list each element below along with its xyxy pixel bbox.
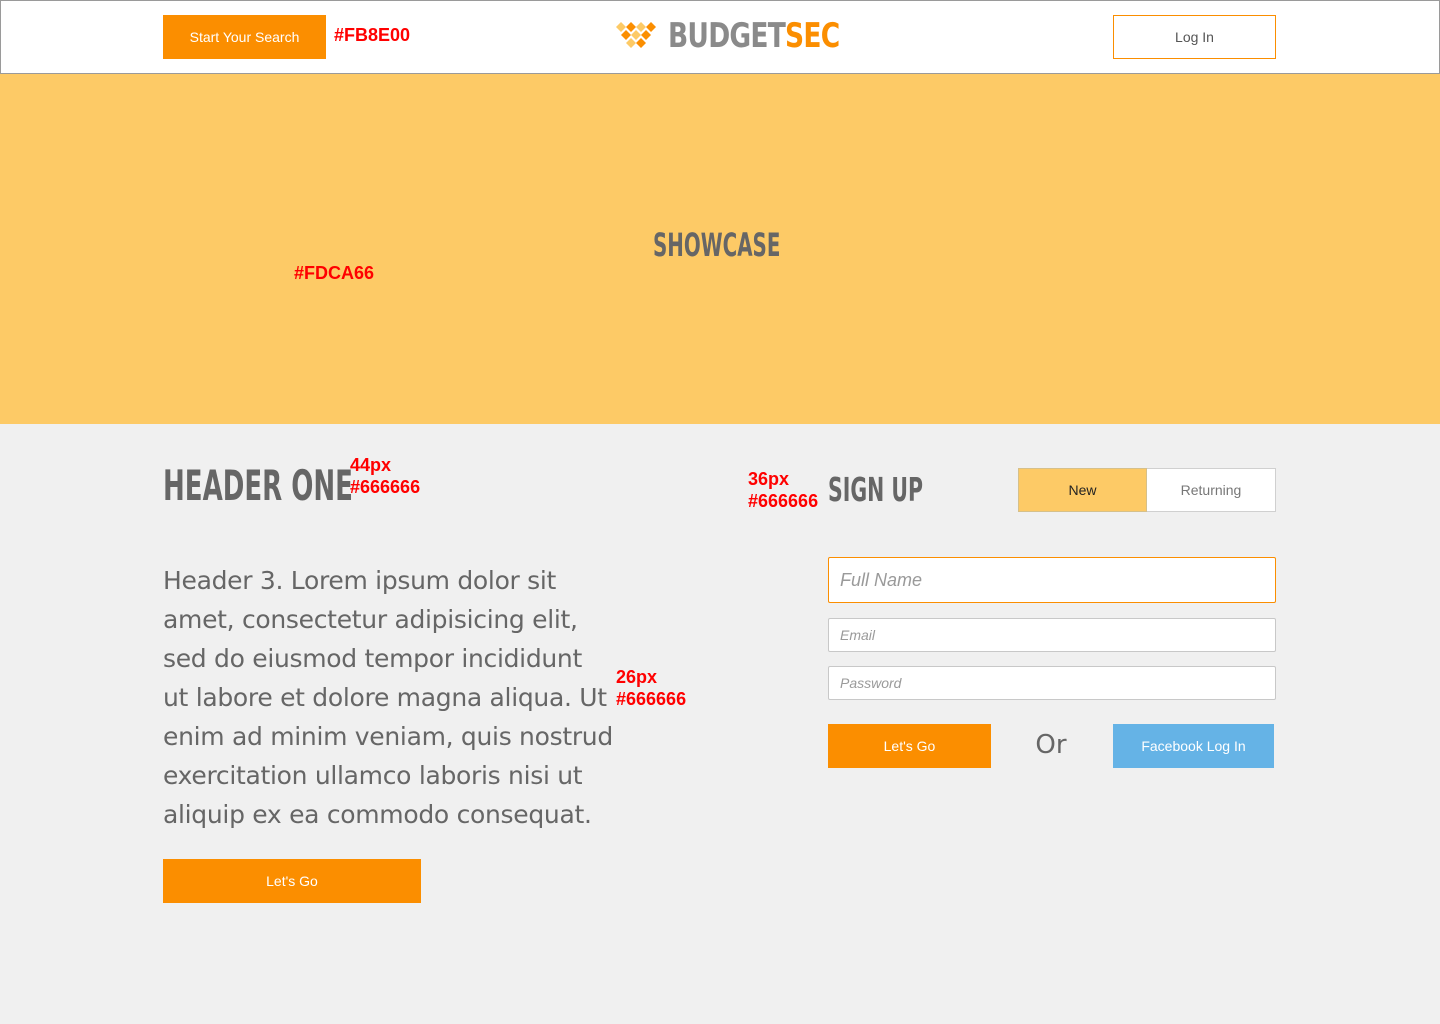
signup-color-annotation: #666666 xyxy=(748,491,819,511)
header-one-color-annotation: #666666 xyxy=(350,477,421,497)
or-divider-text: Or xyxy=(1035,730,1067,760)
lets-go-cta-button[interactable]: Let's Go xyxy=(163,859,421,903)
start-search-button[interactable]: Start Your Search xyxy=(163,15,326,59)
header-one-wrap: HEADER ONE xyxy=(163,460,469,512)
showcase-title-wrap: SHOWCASE xyxy=(653,226,858,266)
header-one-size-annotation: 44px xyxy=(350,455,392,475)
search-color-annotation: #FB8E00 xyxy=(334,25,411,45)
login-button[interactable]: Log In xyxy=(1113,15,1276,59)
toggle-new[interactable]: New xyxy=(1018,468,1147,512)
body-paragraph: Header 3. Lorem ipsum dolor sit amet, co… xyxy=(163,566,613,829)
showcase-color-annotation: #FDCA66 xyxy=(294,263,375,283)
signup-submit-button[interactable]: Let's Go xyxy=(828,724,991,768)
signup-title-wrap: SIGN UP xyxy=(828,468,981,512)
facebook-login-button[interactable]: Facebook Log In xyxy=(1113,724,1274,768)
logo-budget-text: BUDGET xyxy=(668,16,786,56)
full-name-input[interactable] xyxy=(828,557,1276,603)
logo-sec-text: SEC xyxy=(785,16,840,56)
paragraph-size-annotation: 26px xyxy=(616,667,658,687)
password-input[interactable] xyxy=(828,666,1276,700)
brand-logo[interactable]: BUDGETSEC xyxy=(616,16,888,56)
signup-size-annotation: 36px xyxy=(748,469,790,489)
paragraph-color-annotation: #666666 xyxy=(616,689,687,709)
email-input[interactable] xyxy=(828,618,1276,652)
signup-title: SIGN UP xyxy=(828,470,924,509)
logo-diamond-icon xyxy=(616,22,656,48)
showcase-title: SHOWCASE xyxy=(653,226,781,264)
logo-wordmark: BUDGETSEC xyxy=(668,16,840,56)
header-one: HEADER ONE xyxy=(163,461,353,510)
toggle-returning[interactable]: Returning xyxy=(1147,468,1276,512)
